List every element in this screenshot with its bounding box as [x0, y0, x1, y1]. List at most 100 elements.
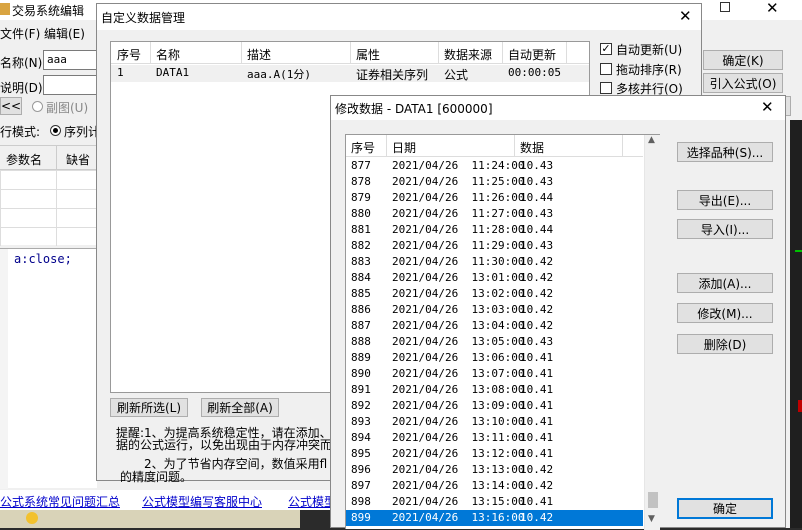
row-value: 10.43 — [520, 335, 554, 348]
table-row[interactable]: 889 2021/04/26 13:06:00 10.41 — [346, 350, 643, 366]
row-date: 2021/04/26 11:24:00 — [392, 159, 525, 172]
col-update-header: 自动更新 — [508, 48, 557, 62]
radio-sequence-icon[interactable] — [50, 125, 61, 136]
menu-file[interactable]: 文件(F) — [0, 25, 40, 42]
table-row[interactable]: 886 2021/04/26 13:03:00 10.42 — [346, 302, 643, 318]
row-seq: 884 — [351, 271, 371, 284]
row-date: 2021/04/26 13:08:00 — [392, 383, 525, 396]
delete-button[interactable]: 删除(D) — [677, 334, 773, 354]
table-row[interactable]: 883 2021/04/26 11:30:00 10.42 — [346, 254, 643, 270]
scroll-thumb[interactable] — [648, 492, 658, 508]
row-seq: 889 — [351, 351, 371, 364]
row-date: 2021/04/26 13:01:00 — [392, 271, 525, 284]
modify-dialog-close-icon[interactable]: ✕ — [761, 98, 774, 116]
col-divider — [502, 42, 503, 64]
row-seq: 886 — [351, 303, 371, 316]
link-service[interactable]: 公式模型编写客服中心 — [142, 493, 262, 510]
row-date: 2021/04/26 13:07:00 — [392, 367, 525, 380]
run-mode-label: 行模式: — [0, 125, 41, 139]
row-seq: 893 — [351, 415, 371, 428]
table-row[interactable]: 893 2021/04/26 13:10:00 10.41 — [346, 414, 643, 430]
import-button[interactable]: 导入(I)... — [677, 219, 773, 239]
bg-import-button[interactable]: 引入公式(O) — [703, 73, 783, 93]
row-seq: 895 — [351, 447, 371, 460]
bg-ok-button[interactable]: 确定(K) — [703, 50, 783, 70]
table-row[interactable]: 894 2021/04/26 13:11:00 10.41 — [346, 430, 643, 446]
data-rows: 877 2021/04/26 11:24:00 10.43 878 2021/04/26… — [346, 158, 643, 530]
table-row[interactable]: 880 2021/04/26 11:27:00 10.43 — [346, 206, 643, 222]
scroll-down-icon[interactable]: ▼ — [648, 514, 655, 524]
table-row[interactable]: 898 2021/04/26 13:15:00 10.41 — [346, 494, 643, 510]
row-value: 10.42 — [520, 303, 554, 316]
table-row[interactable]: 877 2021/04/26 11:24:00 10.43 — [346, 158, 643, 174]
select-symbol-button[interactable]: 选择品种(S)... — [677, 142, 773, 162]
col-attr-header: 属性 — [356, 48, 381, 62]
scrollbar[interactable]: ▲ ▼ — [644, 135, 660, 530]
ok-button[interactable]: 确定 — [677, 498, 773, 519]
red-marker — [798, 400, 802, 412]
name-input[interactable]: aaa — [43, 50, 97, 70]
add-button[interactable]: 添加(A)... — [677, 273, 773, 293]
params-table[interactable]: 参数名 缺省 — [0, 145, 97, 246]
row-seq: 891 — [351, 383, 371, 396]
row-name: DATA1 — [156, 66, 190, 79]
maximize-icon[interactable] — [720, 2, 730, 12]
custom-dialog-close-icon[interactable]: ✕ — [679, 7, 692, 25]
table-row[interactable]: 1 DATA1 aaa.A(1分) 证券相关序列 公式 00:00:05 — [111, 65, 589, 82]
table-row[interactable]: 881 2021/04/26 11:28:00 10.44 — [346, 222, 643, 238]
table-row[interactable]: 884 2021/04/26 13:01:00 10.42 — [346, 270, 643, 286]
table-row[interactable]: 890 2021/04/26 13:07:00 10.41 — [346, 366, 643, 382]
col-divider — [622, 135, 623, 157]
row-date: 2021/04/26 13:02:00 — [392, 287, 525, 300]
row-date: 2021/04/26 11:26:00 — [392, 191, 525, 204]
col-divider — [566, 42, 567, 64]
refresh-all-button[interactable]: 刷新全部(A) — [201, 398, 279, 417]
table-row[interactable]: 882 2021/04/26 11:29:00 10.43 — [346, 238, 643, 254]
auto-update-checkbox[interactable]: ✓ — [600, 43, 612, 55]
modify-data-dialog: 修改数据 - DATA1 [600000] ✕ 序号 日期 数据 877 2021… — [330, 95, 786, 530]
desc-label: 说明(D): — [0, 81, 47, 95]
refresh-selected-button[interactable]: 刷新所选(L) — [110, 398, 188, 417]
row-value: 10.41 — [520, 367, 554, 380]
table-row[interactable]: 878 2021/04/26 11:25:00 10.43 — [346, 174, 643, 190]
row-update: 00:00:05 — [508, 66, 561, 79]
table-row[interactable]: 885 2021/04/26 13:02:00 10.42 — [346, 286, 643, 302]
export-button[interactable]: 导出(E)... — [677, 190, 773, 210]
table-row[interactable]: 899 2021/04/26 13:16:00 10.42 — [346, 510, 643, 526]
row-value: 10.41 — [520, 431, 554, 444]
col-desc-header: 描述 — [247, 48, 272, 62]
links-bar: 公式系统常见问题汇总 公式模型编写客服中心 公式模型 — [0, 490, 336, 510]
table-row[interactable]: 887 2021/04/26 13:04:00 10.42 — [346, 318, 643, 334]
custom-dialog-title-bar: 自定义数据管理 ✕ — [97, 4, 701, 30]
header-divider — [56, 146, 57, 170]
green-marker — [795, 250, 802, 252]
menu-edit[interactable]: 编辑(E) — [44, 25, 85, 42]
row-seq: 888 — [351, 335, 371, 348]
row-value: 10.44 — [520, 191, 554, 204]
dark-area-right — [790, 120, 802, 528]
link-faq[interactable]: 公式系统常见问题汇总 — [0, 493, 120, 510]
table-row[interactable]: 896 2021/04/26 13:13:00 10.42 — [346, 462, 643, 478]
nav-back-button[interactable]: << — [0, 97, 22, 115]
table-row[interactable]: 879 2021/04/26 11:26:00 10.44 — [346, 190, 643, 206]
row-seq: 898 — [351, 495, 371, 508]
col-divider — [386, 135, 387, 157]
desc-input[interactable] — [43, 75, 97, 95]
table-row[interactable]: 895 2021/04/26 13:12:00 10.41 — [346, 446, 643, 462]
code-editor[interactable]: a:close; — [0, 248, 97, 489]
radio-subchart-icon[interactable] — [32, 101, 43, 112]
table-row[interactable]: 897 2021/04/26 13:14:00 10.42 — [346, 478, 643, 494]
multicore-checkbox[interactable] — [600, 82, 612, 94]
table-row[interactable]: 892 2021/04/26 13:09:00 10.41 — [346, 398, 643, 414]
scroll-up-icon[interactable]: ▲ — [648, 135, 655, 145]
row-seq: 887 — [351, 319, 371, 332]
drag-sort-checkbox[interactable] — [600, 63, 612, 75]
table-row[interactable]: 888 2021/04/26 13:05:00 10.43 — [346, 334, 643, 350]
modify-button[interactable]: 修改(M)... — [677, 303, 773, 323]
row-value: 10.44 — [520, 223, 554, 236]
link-other[interactable]: 公式模型 — [288, 493, 336, 510]
app-icon — [0, 3, 10, 15]
data-list[interactable]: 序号 日期 数据 877 2021/04/26 11:24:00 10.43 878 2… — [345, 134, 660, 530]
table-row[interactable]: 891 2021/04/26 13:08:00 10.41 — [346, 382, 643, 398]
close-icon[interactable]: ✕ — [766, 0, 779, 17]
